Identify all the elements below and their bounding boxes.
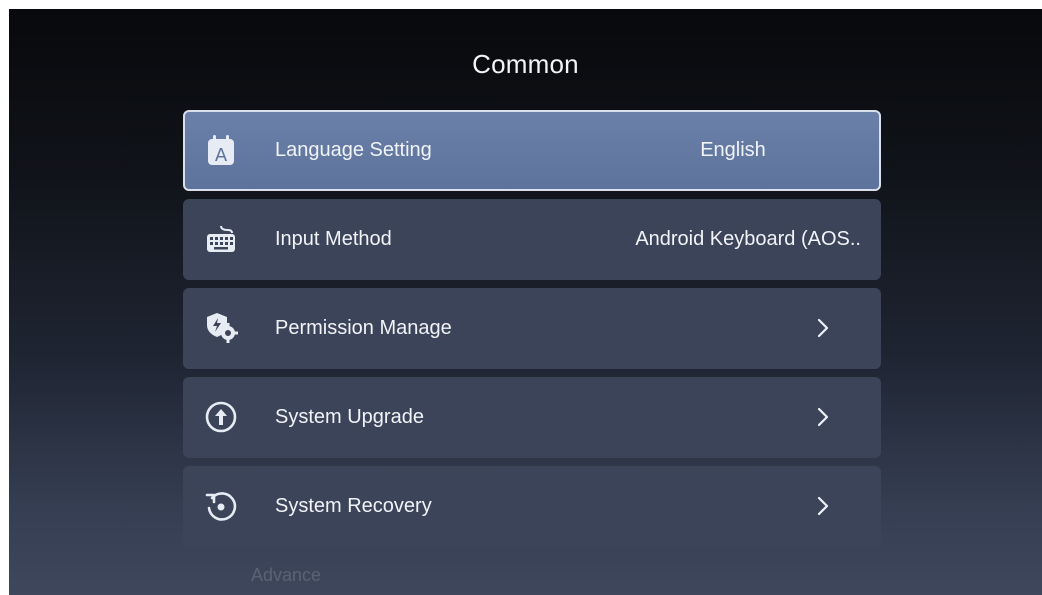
recovery-icon — [201, 486, 241, 526]
svg-text:A: A — [215, 145, 228, 166]
menu-item-value: English — [700, 139, 766, 161]
menu-item-value: Android Keyboard (AOS.. — [635, 228, 861, 250]
permission-icon — [201, 308, 241, 348]
advance-section-label: Advance — [251, 565, 322, 585]
menu-item-label: Permission Manage — [275, 317, 452, 339]
upgrade-icon — [201, 397, 241, 437]
chevron-right-icon — [817, 407, 829, 427]
settings-screen: Common A Language Setting English Input … — [9, 9, 1042, 595]
menu-item-input-method[interactable]: Input Method Android Keyboard (AOS.. — [183, 199, 881, 280]
menu-item-label: Language Setting — [275, 139, 432, 161]
settings-menu: A Language Setting English Input Method … — [183, 110, 881, 555]
chevron-right-icon — [817, 318, 829, 338]
chevron-right-icon — [817, 496, 829, 516]
menu-item-label: System Recovery — [275, 495, 432, 517]
menu-item-system-upgrade[interactable]: System Upgrade — [183, 377, 881, 458]
menu-item-label: System Upgrade — [275, 406, 424, 428]
keyboard-icon — [201, 219, 241, 259]
menu-item-system-recovery[interactable]: System Recovery — [183, 466, 881, 547]
menu-item-language-setting[interactable]: A Language Setting English — [183, 110, 881, 191]
page-title: Common — [472, 49, 579, 79]
menu-item-label: Input Method — [275, 228, 392, 250]
menu-item-permission-manage[interactable]: Permission Manage — [183, 288, 881, 369]
language-icon: A — [201, 130, 241, 170]
